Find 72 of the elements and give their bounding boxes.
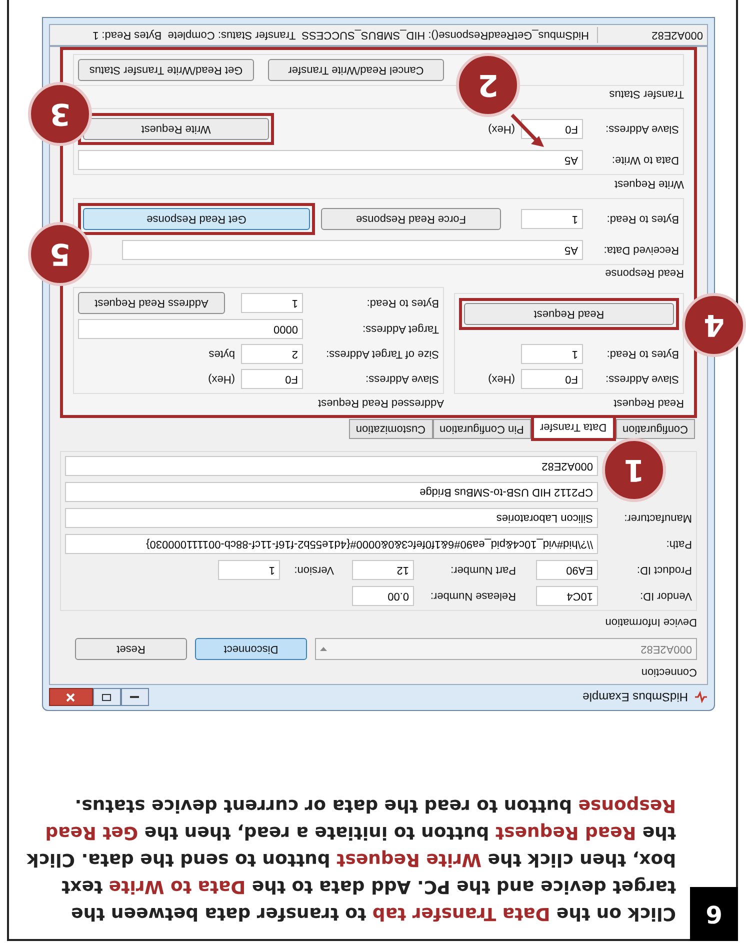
close-icon [66,692,76,702]
window-title: HidSmbus Example [582,689,688,706]
group-title: Write Request [614,176,684,192]
push-button[interactable]: Address Read Request [78,292,225,314]
text-field[interactable]: A5 [122,240,583,260]
push-button[interactable]: Cancel Read/Write Transfer [268,58,444,81]
text-field[interactable]: F0 [521,119,583,140]
field-label: Slave Address: [604,372,679,388]
field-label: Path: [665,536,692,552]
push-button[interactable]: Force Read Response [321,208,501,230]
app-icon [694,691,708,704]
push-button[interactable]: Write Request [83,118,269,140]
field-label: Received Data: [602,242,679,258]
maximize-button[interactable] [93,688,121,706]
text-field[interactable]: A5 [78,150,583,170]
close-button[interactable] [49,688,93,706]
push-button[interactable]: Get Read/Write Transfer Status [78,58,254,81]
group-title: Device Information [605,615,697,630]
status-text: HidSmbus_GetReadResponse(): HID_SMBUS_SUCCESS Transfer Status: Complete Bytes Read: 1 [92,28,590,44]
text-field[interactable]: 10C4 [536,586,598,606]
text-field[interactable]: \\?\hid#vid_10c4&pid_ea90#6&1f0fefc3&0&0000#{4d1e55b2-f16f-11cf-88cb-001111000030} [65,534,598,554]
group-title: Transfer Status [609,87,684,102]
push-button[interactable]: Disconnect [195,638,307,660]
text-field[interactable]: 000A2E82 [65,456,598,476]
group-title: Addressed Read Request [318,396,444,411]
push-button[interactable]: Reset [75,638,187,660]
text-field[interactable]: 0000 [78,319,303,340]
group-title: Connection [641,664,697,680]
text-field[interactable]: F0 [521,369,583,390]
dropdown-arrow-icon [320,647,327,652]
field-label: Vendor ID: [639,588,692,604]
instruction-text: Click on the Data Transfer tab to transfer data between the target device and the PC. Add data to the Data to Write text box, then click the Write Request button to send the data. Click the Read Request button to initiate a read, then the Get Read Response button to read the data or current device status. [26,794,676,926]
tab[interactable]: Configuration [616,418,695,439]
field-label: Part Number: [450,562,517,578]
field-label: Bytes to Read: [606,347,679,362]
text-field[interactable]: 12 [352,560,414,580]
tab[interactable]: Customization [348,418,433,439]
text-field[interactable]: Silicon Laboratories [65,508,598,528]
text-field[interactable]: 0.00 [352,586,414,606]
field-label: Target Address: [362,322,439,338]
tab[interactable]: Pin Configuration [432,418,531,439]
text-field[interactable]: 1 [521,344,583,364]
text-field[interactable]: 1 [218,560,280,580]
step-number: 6 [690,887,738,941]
minimize-button[interactable] [121,688,149,706]
text-field[interactable]: 1 [521,208,583,229]
text-field[interactable]: 1 [241,293,303,314]
field-label: Manufacturer: [623,510,692,526]
field-label: Bytes to Read: [366,296,439,312]
text-field[interactable]: EA90 [536,560,598,580]
unit-label: (Hex) [488,122,515,138]
unit-label: (Hex) [208,372,235,388]
text-field[interactable]: CP2112 HID USB-to-SMBus Bridge [65,482,598,502]
group-title: Read Request [614,396,684,411]
field-label: Product ID: [636,562,692,578]
unit-label: (Hex) [488,372,515,388]
device-combobox[interactable]: 000A2E82 [315,638,697,660]
status-text: 000A2E82 [597,26,707,44]
field-label: Data to Write: [610,153,679,168]
field-label: Size of Target Address: [325,347,439,362]
tab[interactable]: Data Transfer [530,416,616,441]
group-title: Read Response [605,266,684,282]
field-label: Version: [293,562,335,578]
text-field[interactable]: F0 [241,369,303,390]
field-label: Release Number: [429,588,517,604]
field-label: Slave Address: [364,372,439,388]
text-field[interactable]: 2 [241,344,303,364]
push-button[interactable]: Read Request [464,303,674,326]
field-label: Bytes to Read: [606,212,679,227]
push-button[interactable]: Get Read Response [83,208,310,230]
unit-label: bytes [208,347,235,362]
field-label: Slave Address: [604,122,679,138]
